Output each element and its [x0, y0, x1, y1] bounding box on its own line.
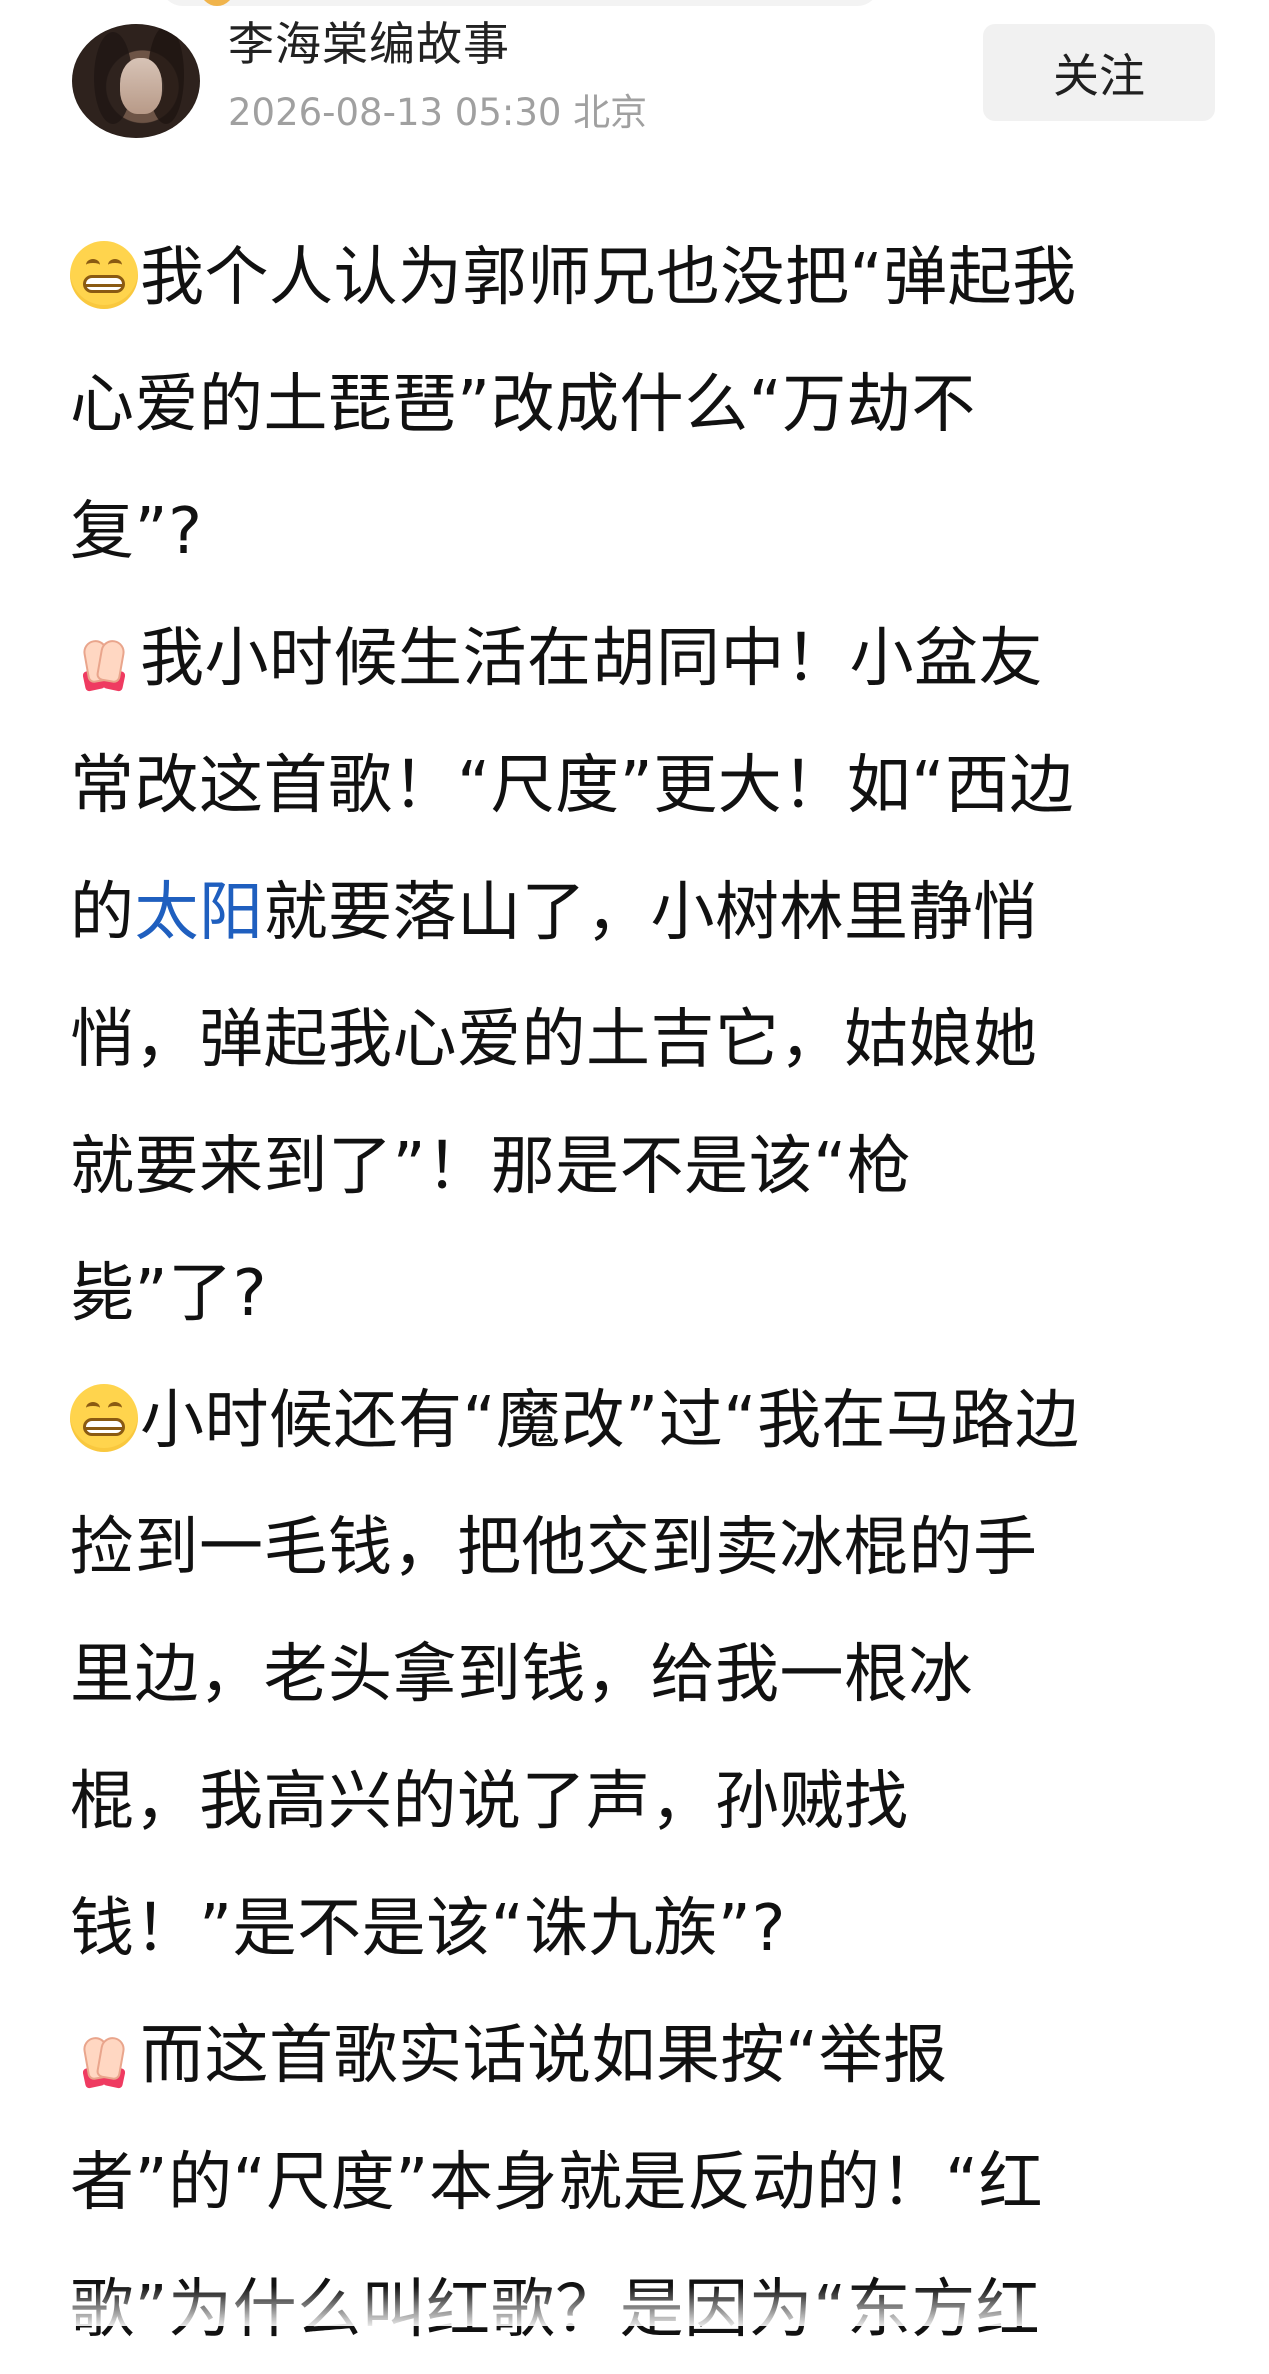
body-line-17: 歌”为什么叫红歌？是因为“东方红 [70, 2247, 1230, 2374]
body-text-14: 钱！”是不是该“诛九族”? [70, 1892, 786, 1966]
body-text-7: 悄，弹起我心爱的土吉它，姑娘她 [70, 1003, 1038, 1077]
post-body: 我个人认为郭师兄也没把“弹起我 心爱的土琵琶”改成什么“万劫不 复”? 我小时候… [70, 215, 1230, 2374]
body-text-17: 歌”为什么叫红歌？是因为“东方红 [70, 2273, 1041, 2347]
body-text-8: 就要来到了”！那是不是该“枪 [70, 1130, 912, 1204]
author-name[interactable]: 李海棠编故事 [228, 16, 510, 72]
post-timestamp: 2026-08-13 05:30 北京 [228, 91, 648, 134]
avatar[interactable] [72, 24, 200, 138]
body-line-15: 而这首歌实话说如果按“举报 [70, 1993, 1230, 2120]
grinning-face-icon [70, 1384, 138, 1452]
folded-hands-icon [70, 2019, 138, 2089]
body-text-13: 棍，我高兴的说了声，孙贼找 [70, 1765, 909, 1839]
grinning-face-icon [70, 241, 138, 309]
body-line-4: 我小时候生活在胡同中！小盆友 [70, 596, 1230, 723]
body-text-11: 捡到一毛钱，把他交到卖冰棍的手 [70, 1511, 1038, 1585]
body-line-14: 钱！”是不是该“诛九族”? [70, 1866, 1230, 1993]
body-line-2: 心爱的土琵琶”改成什么“万劫不 [70, 342, 1230, 469]
post-content: 我个人认为郭师兄也没把“弹起我 心爱的土琵琶”改成什么“万劫不 复”? 我小时候… [70, 215, 1230, 2374]
body-line-13: 棍，我高兴的说了声，孙贼找 [70, 1739, 1230, 1866]
body-text-2: 心爱的土琵琶”改成什么“万劫不 [70, 368, 976, 442]
body-line-10: 小时候还有“魔改”过“我在马路边 [70, 1358, 1230, 1485]
body-line-16: 者”的“尺度”本身就是反动的！“红 [70, 2120, 1230, 2247]
body-text-6-prefix: 的 [70, 876, 135, 950]
body-text-9: 毙”了? [70, 1257, 268, 1331]
body-text-1: 我个人认为郭师兄也没把“弹起我 [140, 241, 1077, 315]
body-text-12: 里边，老头拿到钱，给我一根冰 [70, 1638, 973, 1712]
body-text-10: 小时候还有“魔改”过“我在马路边 [140, 1384, 1080, 1458]
body-line-8: 就要来到了”！那是不是该“枪 [70, 1104, 1230, 1231]
body-line-6: 的太阳就要落山了，小树林里静悄 [70, 850, 1230, 977]
body-line-12: 里边，老头拿到钱，给我一根冰 [70, 1612, 1230, 1739]
body-text-6-suffix: 就要落山了，小树林里静悄 [263, 876, 1038, 950]
body-line-1: 我个人认为郭师兄也没把“弹起我 [70, 215, 1230, 342]
post-header: 李海棠编故事 2026-08-13 05:30 北京 关注 [0, 0, 1269, 160]
body-text-16: 者”的“尺度”本身就是反动的！“红 [70, 2146, 1044, 2220]
body-line-7: 悄，弹起我心爱的土吉它，姑娘她 [70, 977, 1230, 1104]
body-text-4: 我小时候生活在胡同中！小盆友 [140, 622, 1043, 696]
body-line-11: 捡到一毛钱，把他交到卖冰棍的手 [70, 1485, 1230, 1612]
folded-hands-icon [70, 622, 138, 692]
body-line-3: 复”? [70, 469, 1230, 596]
body-text-3: 复”? [70, 495, 203, 569]
follow-button[interactable]: 关注 [983, 24, 1215, 121]
avatar-face [120, 58, 162, 114]
body-line-9: 毙”了? [70, 1231, 1230, 1358]
body-line-5: 常改这首歌！“尺度”更大！如“西边 [70, 723, 1230, 850]
body-text-15: 而这首歌实话说如果按“举报 [140, 2019, 948, 2093]
sun-topic-link[interactable]: 太阳 [135, 876, 264, 950]
body-text-5: 常改这首歌！“尺度”更大！如“西边 [70, 749, 1074, 823]
